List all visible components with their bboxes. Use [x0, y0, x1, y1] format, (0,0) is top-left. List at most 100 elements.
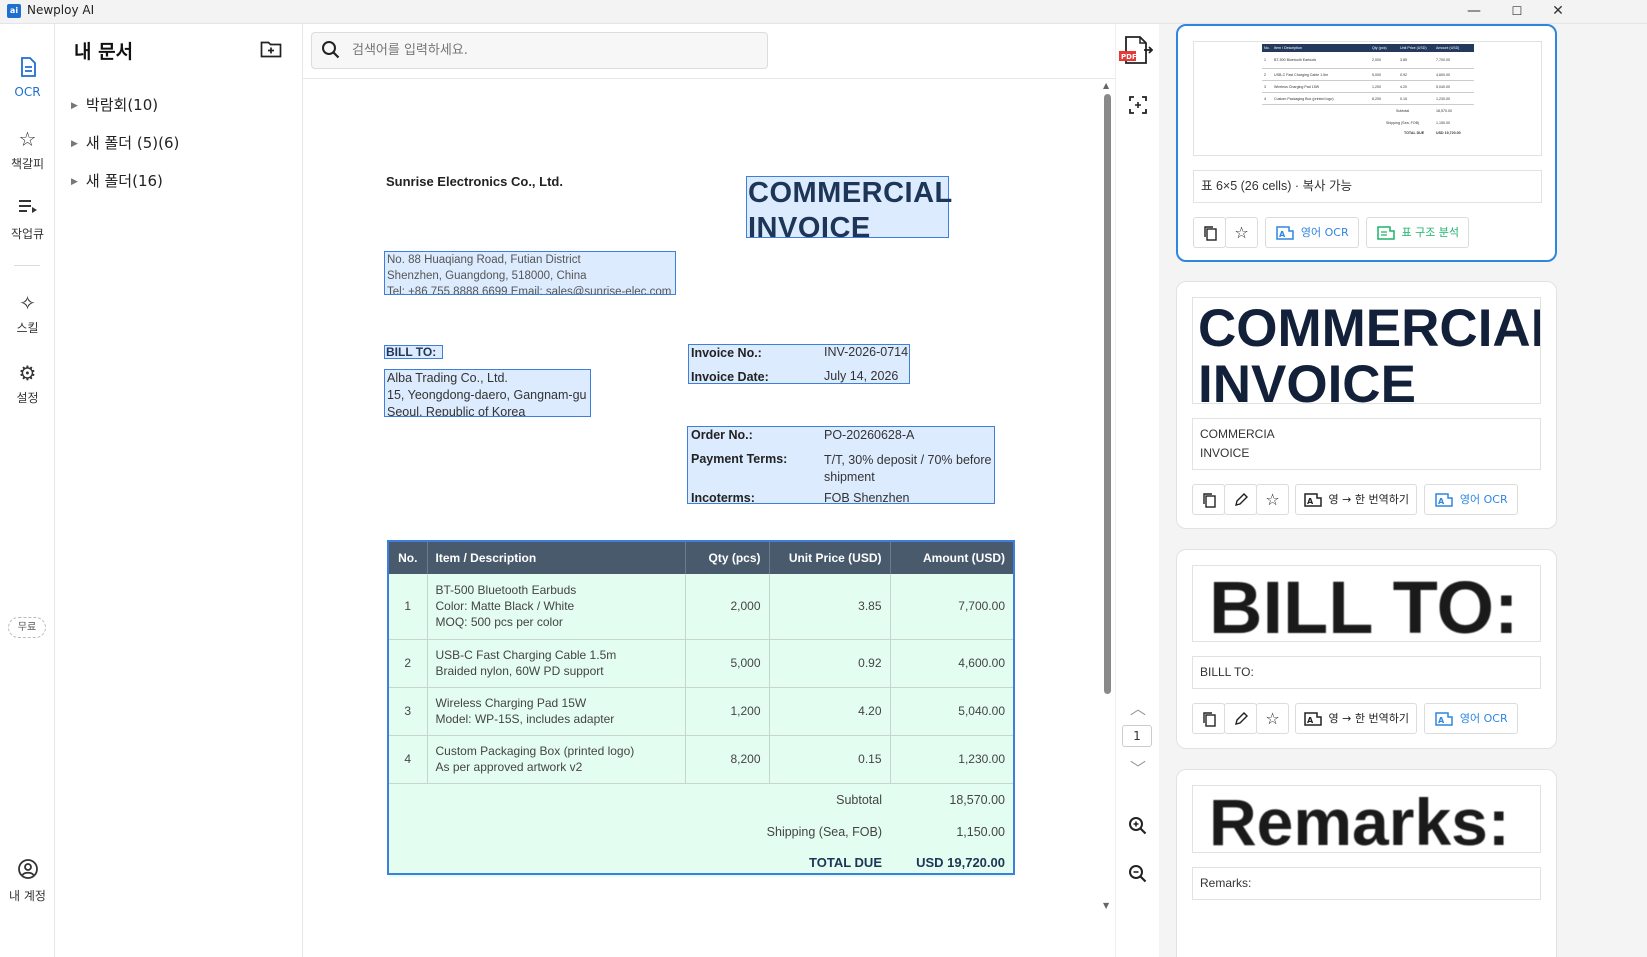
rail-item-ocr[interactable]: OCR [0, 56, 55, 99]
result-text[interactable]: BILLL TO: [1192, 656, 1541, 689]
copy-button[interactable] [1192, 484, 1225, 515]
ocr-region[interactable]: Order No.: PO-20260628-A Payment Terms: … [687, 426, 995, 504]
rail-item-settings[interactable]: ⚙ 설정 [0, 360, 55, 406]
rail-item-skills[interactable]: ✧ 스킬 [0, 290, 55, 336]
bookmark-button[interactable]: ☆ [1256, 484, 1289, 515]
mini-row: 4 Custom Packaging Box (printed logo) 8,… [1262, 93, 1474, 105]
copy-button[interactable] [1192, 703, 1225, 734]
pencil-icon [1234, 712, 1248, 725]
folder-item[interactable]: ▶ 박람회(10) [71, 94, 158, 115]
mini-cell: 0.15 [1400, 96, 1407, 101]
zoom-in-button[interactable] [1123, 811, 1153, 841]
table-ocr-region[interactable] [387, 540, 1015, 875]
rail-label: 내 계정 [9, 889, 46, 903]
title-bar: ai Newploy AI — ☐ ✕ [0, 0, 1647, 24]
bookmark-button[interactable]: ☆ [1256, 703, 1289, 734]
close-button[interactable]: ✕ [1535, 0, 1581, 24]
button-label: 표 구조 분석 [1401, 226, 1460, 239]
prev-page-button[interactable]: ︿ [1123, 694, 1153, 724]
mini-cell: 5,040.00 [1436, 84, 1450, 89]
text-snippet: Remarks: [1192, 785, 1541, 853]
invoice-title: COMMERCIAL INVOICE [748, 176, 953, 246]
mini-row: 3 Wireless Charging Pad 15W 1,200 4.20 5… [1262, 81, 1474, 93]
copy-button[interactable] [1193, 217, 1226, 248]
rail-item-bookmarks[interactable]: ☆ 책갈피 [0, 126, 55, 172]
ocr-region[interactable]: Alba Trading Co., Ltd. 15, Yeongdong-dae… [384, 369, 591, 417]
star-icon: ☆ [1265, 709, 1280, 728]
rail-label: 스킬 [16, 321, 39, 335]
invoice-no-value: INV-2026-0714 [824, 345, 909, 359]
scroll-up-icon[interactable]: ▲ [1103, 81, 1109, 90]
incoterms-value: FOB Shenzhen [824, 491, 910, 504]
ocr-region[interactable]: BILL TO: [384, 345, 443, 359]
minimize-button[interactable]: — [1451, 0, 1497, 24]
viewer-scrollbar[interactable]: ▲ ▼ [1102, 78, 1114, 911]
folder-item[interactable]: ▶ 새 폴더(16) [71, 170, 163, 191]
translate-puzzle-icon: A [1304, 493, 1322, 507]
scrollbar-thumb[interactable] [1104, 94, 1111, 694]
rail-divider [14, 265, 40, 266]
maximize-button[interactable]: ☐ [1494, 0, 1540, 24]
translate-button[interactable]: A 영 → 한 번역하기 [1295, 703, 1417, 734]
mini-cell: 5,000 [1372, 72, 1381, 77]
scroll-down-icon[interactable]: ▼ [1103, 901, 1109, 910]
english-ocr-button[interactable]: A 영어 OCR [1424, 484, 1518, 515]
edit-button[interactable] [1224, 484, 1257, 515]
search-input[interactable] [352, 33, 752, 68]
next-page-button[interactable]: ﹀ [1123, 754, 1153, 784]
folder-item[interactable]: ▶ 새 폴더 (5)(6) [71, 132, 179, 153]
table-analysis-button[interactable]: 표 구조 분석 [1366, 217, 1469, 248]
incoterms-label: Incoterms: [691, 491, 755, 504]
result-card-text[interactable]: Remarks: Remarks: [1176, 769, 1557, 957]
result-card-table[interactable]: No. Item / Description Qty (pcs) Unit Pr… [1176, 24, 1557, 262]
folder-label: 새 폴더(16) [85, 172, 163, 190]
address-line: Tel: +86 755 8888 6699 Email: sales@sunr… [387, 286, 672, 295]
zoom-out-button[interactable] [1123, 859, 1153, 889]
mini-col: Amount (USD) [1436, 46, 1460, 50]
mini-cell: 2 [1264, 72, 1266, 77]
copy-icon [1202, 493, 1216, 508]
english-ocr-button[interactable]: A 영어 OCR [1265, 217, 1359, 248]
rail-item-account[interactable]: 내 계정 [0, 858, 55, 904]
star-icon: ☆ [1265, 490, 1280, 509]
panel-title: 내 문서 [74, 41, 134, 63]
page-number-input[interactable]: 1 [1122, 725, 1152, 747]
svg-text:A: A [1307, 716, 1314, 725]
zoom-out-icon [1129, 865, 1147, 883]
english-ocr-button[interactable]: A 영어 OCR [1424, 703, 1518, 734]
mini-summary: Shipping (Sea, FOB) 1,150.00 [1262, 117, 1474, 129]
gear-icon: ⚙ [18, 361, 37, 385]
result-text[interactable]: 표 6×5 (26 cells) · 복사 가능 [1193, 170, 1542, 203]
mini-cell: Shipping (Sea, FOB) [1386, 121, 1420, 125]
result-card-text[interactable]: BILL TO: BILLL TO: ☆ A 영 → 한 번역하기 A 영어 O… [1176, 549, 1557, 749]
rail-item-queue[interactable]: 작업큐 [0, 196, 55, 242]
edit-button[interactable] [1224, 703, 1257, 734]
plan-badge: 무료 [8, 617, 46, 638]
search-box[interactable] [311, 32, 768, 69]
svg-text:A: A [1438, 716, 1445, 725]
ocr-region[interactable]: Invoice No.: INV-2026-0714 Invoice Date:… [688, 344, 910, 384]
mini-cell: 3 [1264, 84, 1266, 89]
translate-button[interactable]: A 영 → 한 번역하기 [1295, 484, 1417, 515]
result-text[interactable]: COMMERCIA INVOICE [1192, 418, 1541, 470]
result-text[interactable]: Remarks: [1192, 867, 1541, 900]
mini-cell: 1,230.00 [1436, 96, 1450, 101]
mini-cell: 4.20 [1400, 84, 1407, 89]
caret-right-icon: ▶ [71, 139, 78, 149]
mini-col: No. [1264, 46, 1270, 50]
company-name: Sunrise Electronics Co., Ltd. [386, 174, 563, 189]
mini-cell: 1,200 [1372, 84, 1381, 89]
bookmark-button[interactable]: ☆ [1225, 217, 1258, 248]
ocr-region[interactable]: No. 88 Huaqiang Road, Futian District Sh… [384, 251, 676, 295]
mini-cell: Subtotal [1396, 109, 1410, 113]
result-card-text[interactable]: COMMERCIAL INVOICE COMMERCIA INVOICE ☆ A… [1176, 281, 1557, 529]
snippet-line: COMMERCIAL [1198, 299, 1541, 358]
bill-to-line: Seoul, Republic of Korea [387, 405, 526, 417]
new-folder-button[interactable] [258, 40, 284, 62]
export-pdf-button[interactable]: PDF [1118, 34, 1154, 68]
pdf-export-icon: PDF [1119, 36, 1154, 64]
table-puzzle-icon [1377, 226, 1395, 240]
scan-frame-icon [1129, 96, 1147, 114]
zoom-in-icon [1129, 817, 1147, 835]
capture-area-button[interactable] [1123, 90, 1153, 120]
